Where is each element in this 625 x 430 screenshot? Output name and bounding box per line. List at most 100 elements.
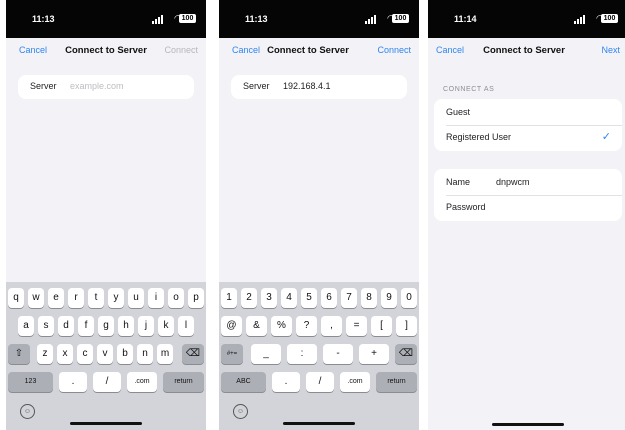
- status-icons: ◠ 100: [574, 13, 618, 25]
- password-row[interactable]: Password: [434, 196, 622, 220]
- key[interactable]: 2: [241, 288, 257, 308]
- key[interactable]: e: [48, 288, 64, 308]
- phone-screen-2: 11:13 ◠ 100 Cancel Connect to Server Con…: [219, 0, 419, 430]
- key[interactable]: m: [157, 344, 173, 364]
- key[interactable]: g: [98, 316, 114, 336]
- period-key[interactable]: .: [272, 372, 300, 392]
- key[interactable]: +: [359, 344, 389, 364]
- dotcom-key[interactable]: .com: [340, 372, 370, 392]
- status-time: 11:13: [32, 14, 55, 24]
- letters-key[interactable]: ABC: [221, 372, 266, 392]
- status-bar: 11:13 ◠ 100: [6, 0, 206, 38]
- key[interactable]: ,: [321, 316, 342, 336]
- home-indicator: [492, 423, 564, 426]
- key[interactable]: b: [117, 344, 133, 364]
- key[interactable]: 8: [361, 288, 377, 308]
- key[interactable]: q: [8, 288, 24, 308]
- period-key[interactable]: .: [59, 372, 87, 392]
- slash-key[interactable]: /: [93, 372, 121, 392]
- key[interactable]: v: [97, 344, 113, 364]
- key[interactable]: t: [88, 288, 104, 308]
- key[interactable]: n: [137, 344, 153, 364]
- symbols-key[interactable]: #+=: [221, 344, 243, 364]
- key[interactable]: _: [251, 344, 281, 364]
- key[interactable]: [: [371, 316, 392, 336]
- key[interactable]: 3: [261, 288, 277, 308]
- cancel-button[interactable]: Cancel: [232, 45, 260, 55]
- signal-icon: [574, 21, 576, 24]
- key[interactable]: 9: [381, 288, 397, 308]
- emoji-icon[interactable]: ☺: [233, 404, 248, 419]
- nav-bar: Cancel Connect to Server Connect: [219, 38, 419, 64]
- key[interactable]: 0: [401, 288, 417, 308]
- key[interactable]: 5: [301, 288, 317, 308]
- signal-bar: [368, 19, 370, 24]
- key[interactable]: i: [148, 288, 164, 308]
- key[interactable]: o: [168, 288, 184, 308]
- numbers-key[interactable]: 123: [8, 372, 53, 392]
- key[interactable]: j: [138, 316, 154, 336]
- status-icons: ◠ 100: [365, 13, 409, 25]
- key[interactable]: r: [68, 288, 84, 308]
- emoji-icon[interactable]: ☺: [20, 404, 35, 419]
- phone-screen-1: 11:13 ◠ 100 Cancel Connect to Server Con…: [6, 0, 206, 430]
- key[interactable]: h: [118, 316, 134, 336]
- name-input[interactable]: dnpwcm: [496, 177, 530, 187]
- key[interactable]: w: [28, 288, 44, 308]
- checkmark-icon: ✓: [601, 131, 611, 143]
- key[interactable]: s: [38, 316, 54, 336]
- slash-key[interactable]: /: [306, 372, 334, 392]
- server-row[interactable]: Server 192.168.4.1: [231, 75, 407, 99]
- key[interactable]: &: [246, 316, 267, 336]
- key[interactable]: -: [323, 344, 353, 364]
- key[interactable]: %: [271, 316, 292, 336]
- key[interactable]: 4: [281, 288, 297, 308]
- key[interactable]: =: [346, 316, 367, 336]
- key[interactable]: y: [108, 288, 124, 308]
- status-icons: ◠ 100: [152, 13, 196, 25]
- status-time: 11:14: [454, 14, 477, 24]
- key[interactable]: p: [188, 288, 204, 308]
- server-card: Server example.com: [18, 75, 194, 99]
- connect-button[interactable]: Connect: [377, 45, 411, 55]
- key[interactable]: ?: [296, 316, 317, 336]
- key[interactable]: k: [158, 316, 174, 336]
- status-bar: 11:13 ◠ 100: [219, 0, 419, 38]
- cancel-button[interactable]: Cancel: [436, 45, 464, 55]
- key[interactable]: @: [221, 316, 242, 336]
- signal-bar: [374, 15, 376, 24]
- key[interactable]: a: [18, 316, 34, 336]
- next-button[interactable]: Next: [601, 45, 620, 55]
- key[interactable]: 7: [341, 288, 357, 308]
- dotcom-key[interactable]: .com: [127, 372, 157, 392]
- key[interactable]: z: [37, 344, 53, 364]
- key[interactable]: l: [178, 316, 194, 336]
- key[interactable]: 1: [221, 288, 237, 308]
- key[interactable]: c: [77, 344, 93, 364]
- option-guest[interactable]: Guest: [434, 101, 622, 125]
- key[interactable]: x: [57, 344, 73, 364]
- home-indicator: [70, 422, 142, 425]
- password-label: Password: [446, 202, 486, 212]
- key[interactable]: u: [128, 288, 144, 308]
- key[interactable]: ]: [396, 316, 417, 336]
- delete-key[interactable]: ⌫: [182, 344, 204, 364]
- cancel-button[interactable]: Cancel: [19, 45, 47, 55]
- key[interactable]: f: [78, 316, 94, 336]
- signal-bar: [583, 15, 585, 24]
- server-row[interactable]: Server example.com: [18, 75, 194, 99]
- shift-key[interactable]: ⇧: [8, 344, 30, 364]
- delete-key[interactable]: ⌫: [395, 344, 417, 364]
- option-registered-user[interactable]: Registered User ✓: [434, 126, 622, 150]
- connect-button[interactable]: Connect: [164, 45, 198, 55]
- server-input[interactable]: 192.168.4.1: [283, 81, 331, 91]
- return-key[interactable]: return: [376, 372, 417, 392]
- key[interactable]: d: [58, 316, 74, 336]
- nav-bar: Cancel Connect to Server Next: [428, 38, 625, 64]
- key[interactable]: 6: [321, 288, 337, 308]
- name-row[interactable]: Name dnpwcm: [434, 171, 622, 195]
- server-input[interactable]: example.com: [70, 81, 124, 91]
- credentials-card: Name dnpwcm Password: [434, 169, 622, 221]
- key[interactable]: :: [287, 344, 317, 364]
- return-key[interactable]: return: [163, 372, 204, 392]
